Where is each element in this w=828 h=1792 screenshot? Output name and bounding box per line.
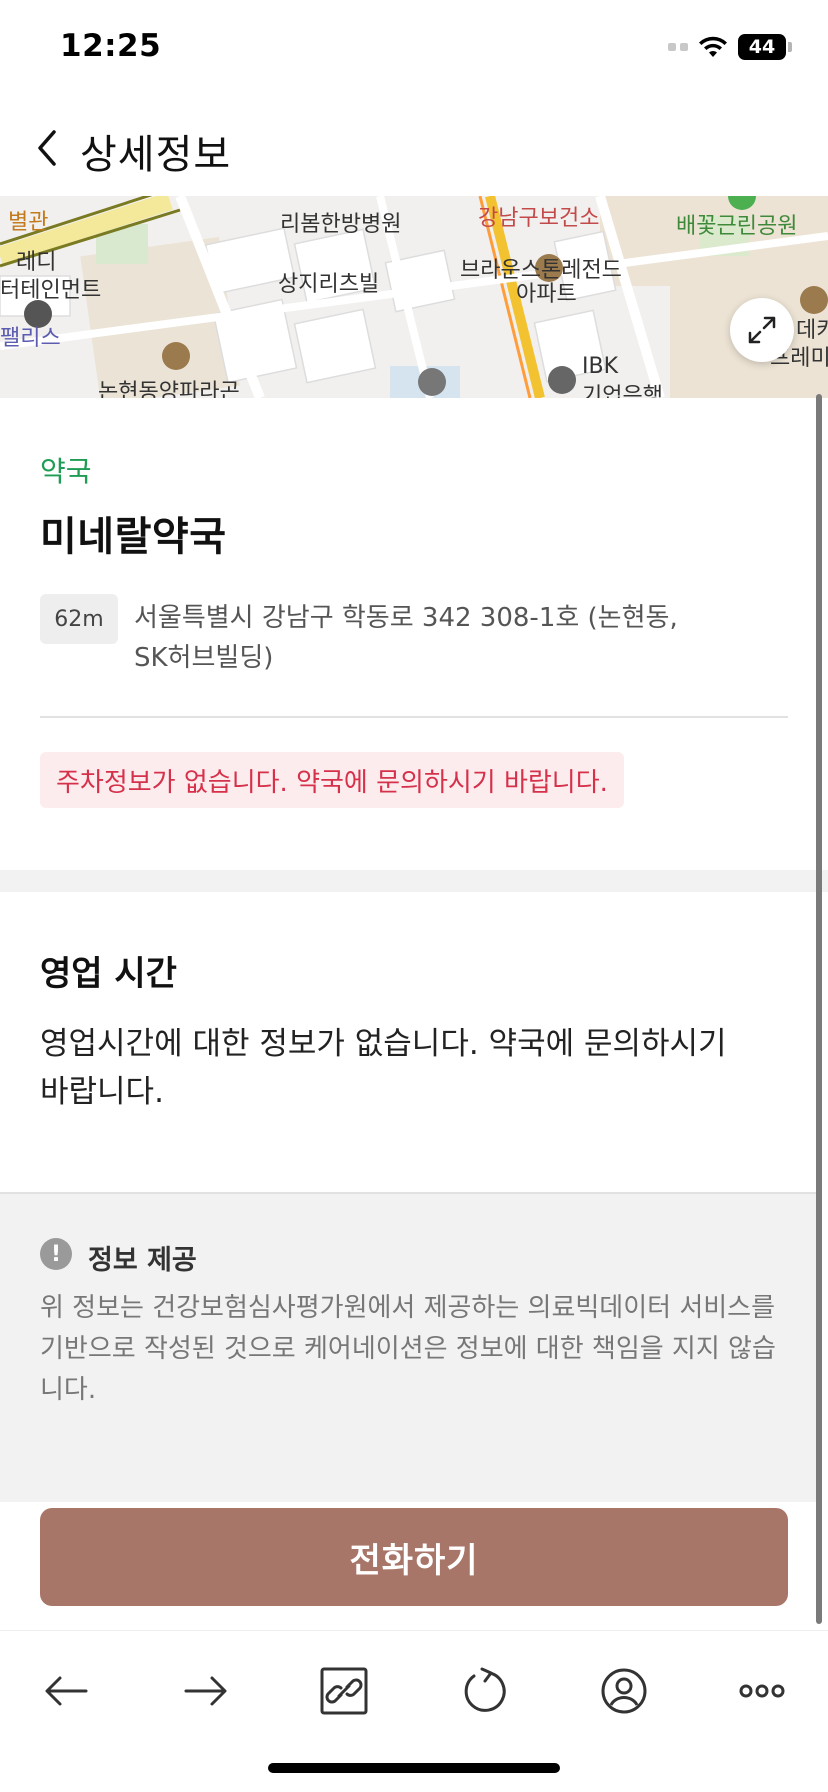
map-expand-button[interactable] xyxy=(730,298,794,362)
map-label: 리봄한방병원 xyxy=(280,212,402,237)
header: 상세정보 xyxy=(0,100,828,196)
place-category: 약국 xyxy=(40,455,92,488)
map-label: 터테인먼트 xyxy=(0,278,102,303)
place-name: 미네랄약국 xyxy=(40,514,227,560)
expand-icon xyxy=(748,316,776,344)
more-button[interactable] xyxy=(722,1655,802,1727)
info-notice-box: ! 정보 제공 위 정보는 건강보험심사평가원에서 제공하는 의료빅데이터 서비… xyxy=(0,1192,818,1502)
divider xyxy=(40,716,788,718)
refresh-button[interactable] xyxy=(444,1655,524,1727)
back-arrow-icon xyxy=(45,1676,88,1706)
battery-icon: 44 xyxy=(738,34,792,60)
map-label: 아파트 xyxy=(516,282,577,307)
hours-title: 영업 시간 xyxy=(40,954,177,994)
signal-icon xyxy=(668,43,688,51)
info-title: 정보 제공 xyxy=(88,1245,197,1276)
map-label: 기업은행 xyxy=(582,384,663,398)
map-label: 별관 xyxy=(8,210,49,235)
back-button[interactable] xyxy=(22,122,74,174)
info-text: 위 정보는 건강보험심사평가원에서 제공하는 의료빅데이터 서비스를 기반으로 … xyxy=(40,1293,776,1405)
home-indicator xyxy=(268,1763,560,1773)
place-address: 서울특별시 강남구 학동로 342 308-1호 (논현동, SK허브빌딩) xyxy=(134,603,678,673)
map-label: 강남구보건소 xyxy=(478,206,600,231)
map-view[interactable]: 별관 레디 터테인먼트 리봄한방병원 강남구보건소 배꽃근린공원 상지리츠빌 브… xyxy=(0,196,828,398)
scrollbar[interactable] xyxy=(816,394,822,1624)
distance-badge: 62m xyxy=(40,594,118,644)
map-label: IBK xyxy=(582,354,619,379)
map-label: 상지리츠빌 xyxy=(278,272,380,297)
forward-arrow-icon xyxy=(184,1676,227,1706)
status-bar: 12:25 44 xyxy=(0,0,828,100)
battery-level: 44 xyxy=(738,34,786,60)
parking-notice: 주차정보가 없습니다. 약국에 문의하시기 바랍니다. xyxy=(40,752,624,808)
link-button[interactable] xyxy=(304,1655,384,1727)
map-label: 배꽃근린공원 xyxy=(676,214,798,239)
exclamation-icon: ! xyxy=(40,1238,72,1270)
refresh-icon xyxy=(464,1667,506,1712)
page-title: 상세정보 xyxy=(80,132,232,178)
link-icon xyxy=(320,1667,368,1715)
profile-icon xyxy=(601,1668,647,1714)
bottom-toolbar xyxy=(0,1630,828,1792)
chevron-left-icon xyxy=(38,130,56,166)
hours-text: 영업시간에 대한 정보가 없습니다. 약국에 문의하시기 바랍니다. xyxy=(40,1026,727,1110)
section-divider xyxy=(0,870,828,892)
profile-button[interactable] xyxy=(584,1655,664,1727)
call-button[interactable]: 전화하기 xyxy=(40,1508,788,1606)
forward-arrow-button[interactable] xyxy=(166,1655,246,1727)
wifi-icon xyxy=(699,36,727,57)
status-icons: 44 xyxy=(668,34,792,60)
map-label: 팰리스 xyxy=(0,326,61,351)
status-time: 12:25 xyxy=(60,28,162,64)
back-arrow-button[interactable] xyxy=(26,1655,106,1727)
map-label: 논현동양파라곤 xyxy=(98,380,240,398)
more-icon xyxy=(739,1684,785,1698)
